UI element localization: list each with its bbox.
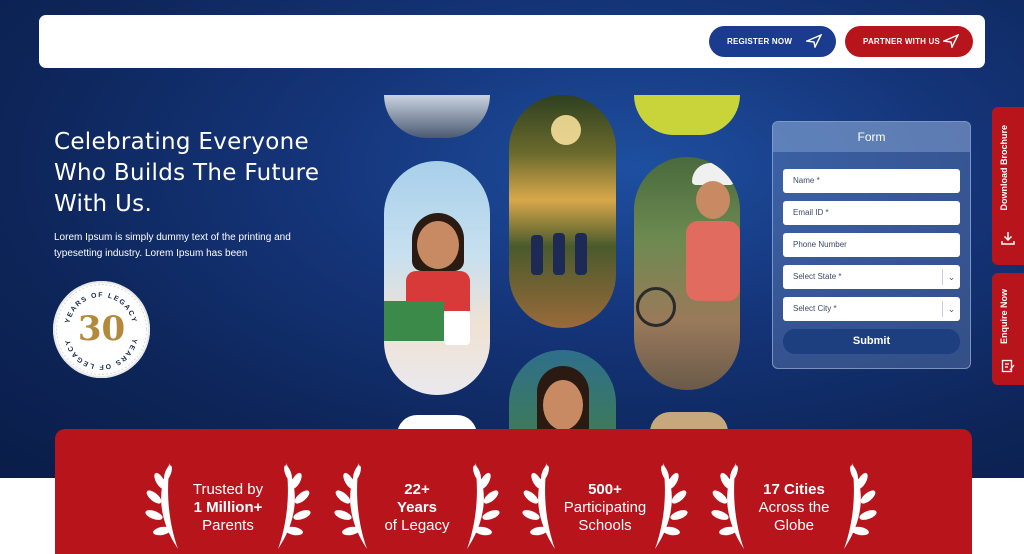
photo-detail [551,115,581,145]
stat-line: of Legacy [384,517,450,534]
photo-detail [686,221,740,301]
stat-text: 17 Cities Across the Globe [734,481,854,535]
stat-line-bold: 1 Million+ [193,499,263,516]
send-arrow-icon [806,34,822,48]
stat-line-bold: 500+ [588,481,622,498]
headline-line: Celebrating Everyone [54,129,309,155]
photo-detail [636,287,676,327]
top-navbar: REGISTER NOW PARTNER WITH US [39,15,985,68]
stat-line: Globe [773,517,815,534]
city-placeholder: Select City * [793,304,837,313]
stat-text: Trusted by 1 Million+ Parents [168,481,288,535]
stat-line: Participating [563,499,647,516]
email-field[interactable]: Email ID * [783,201,960,225]
stat-line: Parents [202,517,254,534]
enquire-now-tab[interactable]: Enquire Now [992,273,1024,385]
email-placeholder: Email ID * [793,208,829,217]
photo-detail [531,235,543,275]
photo-detail [417,221,459,269]
stat-line-bold: 17 Cities [763,481,825,498]
partner-with-us-label: PARTNER WITH US [863,37,941,46]
stat-item: 22+ Years of Legacy [327,461,507,551]
photo-detail [553,233,565,275]
form-title: Form [773,122,970,152]
stat-text: 22+ Years of Legacy [357,481,477,535]
stat-line: 22+ [357,481,477,499]
badge-number: 30 [77,309,126,349]
partner-with-us-button[interactable]: PARTNER WITH US [845,26,973,57]
enquire-now-label: Enquire Now [999,289,1009,345]
register-now-button[interactable]: REGISTER NOW [709,26,836,57]
name-field[interactable]: Name * [783,169,960,193]
stat-item: Trusted by 1 Million+ Parents [138,461,318,551]
photo-girl-with-bicycle [634,157,740,390]
photo-detail [384,301,444,341]
download-icon [1001,232,1015,245]
city-select[interactable]: Select City * ⌄ [783,297,960,321]
name-placeholder: Name * [793,176,820,185]
download-brochure-tab[interactable]: Download Brochure [992,107,1024,265]
photo-detail [444,311,470,345]
submit-button[interactable]: Submit [783,329,960,354]
hero-headline: Celebrating Everyone Who Builds The Futu… [54,127,374,220]
state-select[interactable]: Select State * ⌄ [783,265,960,289]
photo-girl-with-books [384,161,490,395]
stat-line: 1 Million+ [168,499,288,517]
headline-line: Who Builds The Future [54,160,320,186]
stat-line: Schools [578,517,632,534]
stat-item: 17 Cities Across the Globe [704,461,884,551]
state-placeholder: Select State * [793,272,842,281]
stat-line: Across the [758,499,830,516]
download-brochure-label: Download Brochure [999,125,1009,211]
hero-subtext: Lorem Ipsum is simply dummy text of the … [54,232,291,259]
stat-line: 17 Cities [734,481,854,499]
photo-students-walking [509,95,616,328]
stat-line: Trusted by [192,481,264,498]
send-arrow-icon [943,34,959,48]
chevron-down-icon: ⌄ [942,269,960,285]
stat-line: 500+ [545,481,665,499]
register-now-label: REGISTER NOW [727,37,793,46]
photo-detail [575,233,587,275]
stat-line-bold: 22+ [404,481,430,498]
page: REGISTER NOW PARTNER WITH US Celebrating… [0,0,1024,554]
stat-line: Years [357,499,477,517]
phone-placeholder: Phone Number [793,240,847,249]
chevron-down-icon: ⌄ [942,301,960,317]
phone-field[interactable]: Phone Number [783,233,960,257]
headline-line: With Us. [54,191,153,217]
edit-form-icon [1001,359,1015,373]
photo-detail [543,380,583,430]
stat-item: 500+ Participating Schools [515,461,695,551]
photo-detail [696,181,730,219]
stat-text: 500+ Participating Schools [545,481,665,535]
stat-line-bold: Years [396,499,438,516]
years-of-legacy-badge: YEARS OF LEGACY YEARS OF LEGACY 30 [53,281,150,378]
